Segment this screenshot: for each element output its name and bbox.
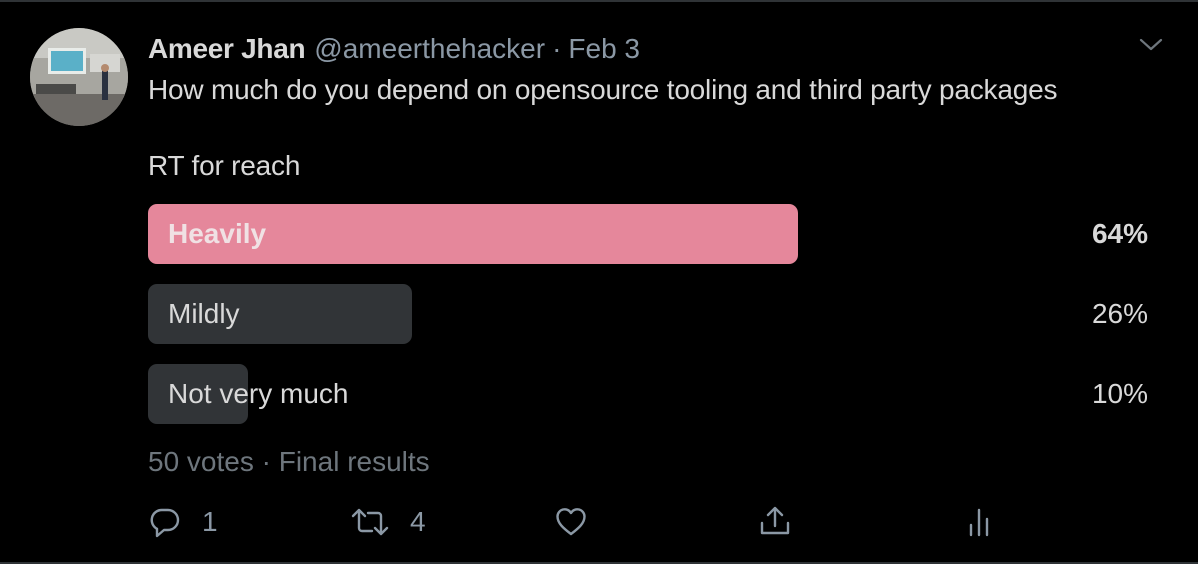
reply-icon [150, 508, 180, 538]
chevron-down-icon [1139, 38, 1163, 51]
tweet-header: Ameer Jhan @ameerthehacker · Feb 3 [148, 32, 640, 66]
tweet-actions: 1 4 [148, 502, 1048, 542]
retweet-button[interactable]: 4 [350, 502, 426, 542]
avatar-photo [30, 28, 128, 126]
tweet-card[interactable]: Ameer Jhan @ameerthehacker · Feb 3 How m… [0, 0, 1198, 564]
reply-button[interactable]: 1 [148, 502, 218, 542]
author-handle[interactable]: @ameerthehacker [314, 33, 545, 65]
poll-meta: 50 votes · Final results [148, 446, 430, 477]
share-icon [760, 506, 790, 535]
poll-option-percent: 26% [1091, 298, 1148, 329]
poll-option-label: Heavily [168, 218, 267, 249]
poll-option-percent: 10% [1091, 378, 1148, 409]
like-button[interactable] [554, 502, 588, 542]
tweet-date[interactable]: Feb 3 [568, 33, 640, 65]
poll-option-label: Mildly [168, 298, 240, 329]
tweet-text-line: RT for reach [148, 150, 301, 181]
like-icon [556, 508, 586, 536]
poll-option-percent: 64% [1091, 218, 1148, 249]
poll-option-heavily: Heavily 64% [148, 204, 1148, 264]
header-separator: · [552, 33, 562, 64]
poll-option-label: Not very much [168, 378, 349, 409]
analytics-icon [969, 508, 989, 537]
share-button[interactable] [758, 502, 792, 542]
author-name[interactable]: Ameer Jhan [148, 33, 306, 65]
reply-count: 1 [202, 506, 218, 537]
retweet-count: 4 [410, 506, 426, 537]
poll-option-not-very-much: Not very much 10% [148, 364, 1148, 424]
tweet-text-line: How much do you depend on opensource too… [148, 74, 1058, 105]
poll-option-mildly: Mildly 26% [148, 284, 1148, 344]
analytics-button[interactable] [962, 502, 996, 542]
more-options-button[interactable] [1136, 30, 1166, 60]
retweet-icon [351, 508, 389, 536]
avatar[interactable] [30, 28, 128, 126]
